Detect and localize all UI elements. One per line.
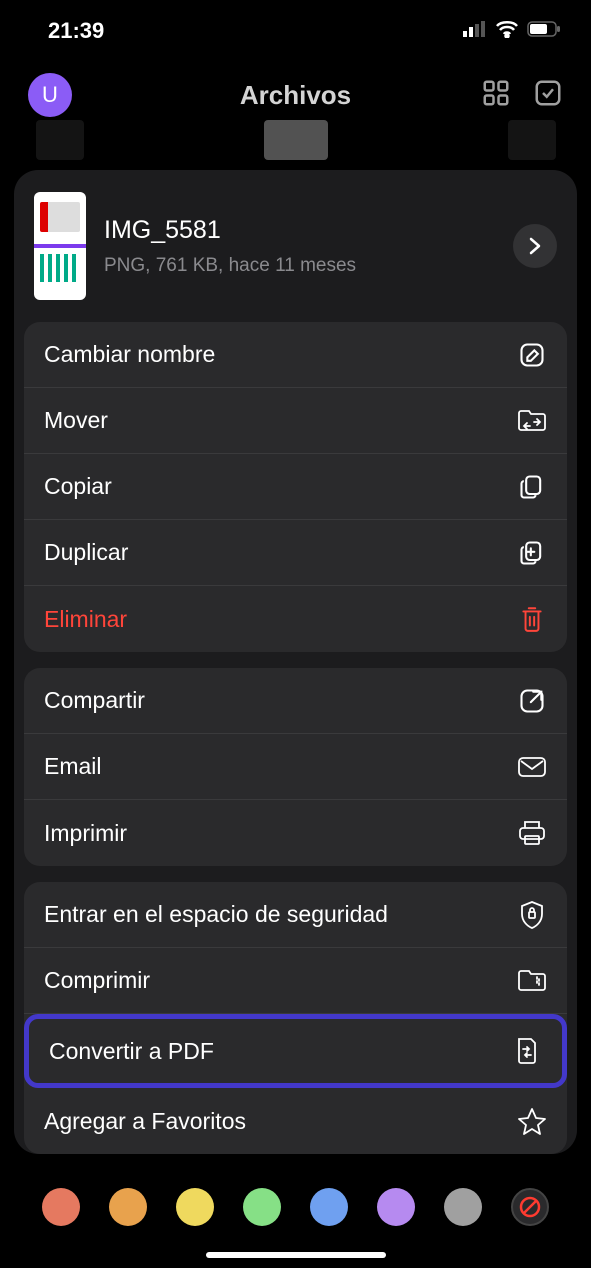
no-color-icon bbox=[518, 1195, 542, 1219]
delete-item[interactable]: Eliminar bbox=[24, 586, 567, 652]
file-name: IMG_5581 bbox=[104, 216, 495, 245]
menu-label: Cambiar nombre bbox=[44, 341, 215, 368]
status-right bbox=[463, 20, 561, 43]
home-indicator[interactable] bbox=[206, 1252, 386, 1258]
color-tag-blue[interactable] bbox=[310, 1188, 348, 1226]
menu-group-3: Entrar en el espacio de seguridad Compri… bbox=[24, 882, 567, 1154]
trash-icon bbox=[517, 604, 547, 634]
battery-icon bbox=[527, 21, 561, 42]
menu-label: Email bbox=[44, 753, 102, 780]
convert-pdf-item[interactable]: Convertir a PDF bbox=[24, 1014, 567, 1088]
action-sheet: IMG_5581 PNG, 761 KB, hace 11 meses Camb… bbox=[14, 170, 577, 1154]
menu-label: Imprimir bbox=[44, 820, 127, 847]
file-thumbnail bbox=[34, 192, 86, 300]
color-tag-gray[interactable] bbox=[444, 1188, 482, 1226]
duplicate-icon bbox=[517, 538, 547, 568]
select-icon[interactable] bbox=[533, 78, 563, 113]
duplicate-item[interactable]: Duplicar bbox=[24, 520, 567, 586]
favorite-item[interactable]: Agregar a Favoritos bbox=[24, 1088, 567, 1154]
share-icon bbox=[517, 686, 547, 716]
menu-label: Comprimir bbox=[44, 967, 150, 994]
folder-move-icon bbox=[517, 406, 547, 436]
grid-view-icon[interactable] bbox=[481, 78, 511, 113]
share-item[interactable]: Compartir bbox=[24, 668, 567, 734]
menu-label: Eliminar bbox=[44, 606, 127, 633]
rename-item[interactable]: Cambiar nombre bbox=[24, 322, 567, 388]
status-bar: 21:39 bbox=[0, 0, 591, 56]
color-tag-yellow[interactable] bbox=[176, 1188, 214, 1226]
status-time: 21:39 bbox=[48, 18, 104, 44]
avatar[interactable]: U bbox=[28, 73, 72, 117]
wifi-icon bbox=[495, 20, 519, 43]
menu-label: Copiar bbox=[44, 473, 112, 500]
convert-icon bbox=[512, 1036, 542, 1066]
color-tag-row bbox=[12, 1172, 579, 1226]
color-tag-purple[interactable] bbox=[377, 1188, 415, 1226]
mail-icon bbox=[517, 752, 547, 782]
menu-label: Entrar en el espacio de seguridad bbox=[44, 901, 388, 928]
email-item[interactable]: Email bbox=[24, 734, 567, 800]
avatar-letter: U bbox=[42, 82, 58, 108]
color-tag-red[interactable] bbox=[42, 1188, 80, 1226]
security-space-item[interactable]: Entrar en el espacio de seguridad bbox=[24, 882, 567, 948]
shield-icon bbox=[517, 900, 547, 930]
file-details-button[interactable] bbox=[513, 224, 557, 268]
menu-label: Compartir bbox=[44, 687, 145, 714]
signal-icon bbox=[463, 21, 487, 42]
color-tag-green[interactable] bbox=[243, 1188, 281, 1226]
star-icon bbox=[517, 1106, 547, 1136]
page-title: Archivos bbox=[240, 80, 351, 111]
chevron-right-icon bbox=[528, 236, 542, 256]
copy-icon bbox=[517, 472, 547, 502]
print-icon bbox=[517, 818, 547, 848]
menu-group-1: Cambiar nombre Mover Copiar Duplicar Eli… bbox=[24, 322, 567, 652]
menu-label: Mover bbox=[44, 407, 108, 434]
move-item[interactable]: Mover bbox=[24, 388, 567, 454]
edit-icon bbox=[517, 340, 547, 370]
file-info[interactable]: IMG_5581 PNG, 761 KB, hace 11 meses bbox=[14, 170, 577, 322]
compress-item[interactable]: Comprimir bbox=[24, 948, 567, 1014]
color-tag-orange[interactable] bbox=[109, 1188, 147, 1226]
print-item[interactable]: Imprimir bbox=[24, 800, 567, 866]
zip-icon bbox=[517, 966, 547, 996]
menu-label: Duplicar bbox=[44, 539, 128, 566]
menu-label: Agregar a Favoritos bbox=[44, 1108, 246, 1135]
menu-label: Convertir a PDF bbox=[49, 1038, 214, 1065]
menu-group-2: Compartir Email Imprimir bbox=[24, 668, 567, 866]
copy-item[interactable]: Copiar bbox=[24, 454, 567, 520]
color-tag-none[interactable] bbox=[511, 1188, 549, 1226]
file-details: PNG, 761 KB, hace 11 meses bbox=[104, 255, 495, 277]
